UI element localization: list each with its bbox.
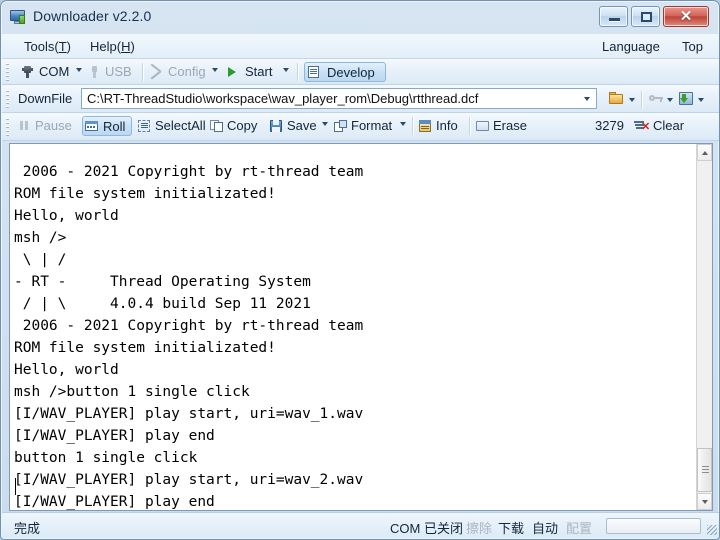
log-toolbar: Pause Roll SelectAll Copy Save Format In… — [2, 113, 719, 141]
save-button[interactable]: Save — [284, 116, 320, 136]
menu-item-tools[interactable]: Tools(T) — [20, 38, 75, 55]
scrollbar-thumb[interactable] — [697, 448, 712, 492]
format-button[interactable]: Format — [348, 116, 395, 136]
title-bar: Downloader v2.2.0 ✕ — [1, 1, 719, 34]
key-dropdown-caret[interactable] — [667, 98, 673, 102]
status-bar: 完成 COM 已关闭 擦除 下载 自动 配置 — [2, 512, 719, 538]
status-download: 下载 — [498, 521, 525, 536]
vertical-scrollbar[interactable] — [696, 144, 712, 510]
maximize-icon — [641, 12, 652, 22]
usb-icon — [90, 66, 99, 78]
downfile-path-value: C:\RT-ThreadStudio\workspace\wav_player_… — [87, 91, 479, 106]
chevron-up-icon — [702, 151, 708, 155]
status-config: 配置 — [566, 521, 593, 536]
select-all-icon — [138, 120, 151, 132]
text-caret — [15, 478, 16, 495]
key-icon[interactable] — [649, 93, 663, 104]
select-all-button[interactable]: SelectAll — [152, 116, 209, 136]
com-button[interactable]: COM — [36, 62, 72, 82]
config-tools-icon — [150, 63, 163, 80]
toolbar-gripper[interactable] — [6, 63, 9, 81]
clear-icon: ✕ — [634, 120, 650, 133]
menu-item-help[interactable]: Help(H) — [86, 38, 139, 55]
close-button[interactable]: ✕ — [663, 6, 709, 27]
log-toolbar-gripper[interactable] — [6, 118, 9, 136]
develop-document-icon — [308, 66, 319, 78]
menu-bar: Tools(T) Help(H) Language Top — [2, 34, 719, 59]
clear-button[interactable]: Clear — [650, 116, 687, 136]
progress-bar — [606, 518, 701, 534]
minimize-button[interactable] — [599, 6, 628, 27]
downfile-toolbar-gripper[interactable] — [6, 90, 9, 108]
download-arrow-icon[interactable] — [679, 92, 693, 105]
downfile-dropdown-caret[interactable] — [584, 97, 590, 101]
main-toolbar: COM USB Config Start Develop — [2, 59, 719, 85]
save-disk-icon — [270, 120, 282, 132]
copy-button[interactable]: Copy — [224, 116, 260, 136]
maximize-button[interactable] — [631, 6, 660, 27]
app-monitor-icon — [10, 10, 26, 25]
config-dropdown-caret[interactable] — [212, 68, 218, 72]
develop-label: Develop — [327, 65, 375, 80]
format-dropdown-caret[interactable] — [400, 122, 406, 126]
save-dropdown-caret[interactable] — [322, 122, 328, 126]
erase-button[interactable]: Erase — [490, 116, 530, 136]
byte-count: 3279 — [595, 118, 624, 133]
log-output-panel[interactable]: 2006 - 2021 Copyright by rt-thread team … — [9, 143, 713, 511]
com-dropdown-caret[interactable] — [76, 68, 82, 72]
status-erase: 擦除 — [466, 521, 493, 536]
download-dropdown-caret[interactable] — [698, 98, 704, 102]
com-port-icon — [22, 66, 33, 78]
status-auto: 自动 — [532, 521, 559, 536]
start-dropdown-caret[interactable] — [283, 68, 289, 72]
copy-icon — [210, 120, 223, 132]
scrollbar-thumb-grip — [702, 466, 709, 474]
info-button[interactable]: Info — [433, 116, 461, 136]
downfile-path-combobox[interactable]: C:\RT-ThreadStudio\workspace\wav_player_… — [81, 88, 597, 109]
folder-open-icon[interactable] — [609, 92, 624, 105]
downfile-label: DownFile — [18, 91, 73, 106]
erase-icon — [476, 121, 489, 131]
scroll-down-button[interactable] — [697, 493, 712, 510]
chevron-down-icon — [702, 500, 708, 504]
folder-dropdown-caret[interactable] — [629, 98, 635, 102]
application-window: Downloader v2.2.0 ✕ Tools(T) Help(H) Lan… — [0, 0, 720, 540]
menu-item-language[interactable]: Language — [598, 38, 664, 55]
format-icon — [334, 120, 347, 132]
start-button[interactable]: Start — [242, 62, 275, 82]
status-com-state: COM 已关闭 — [390, 521, 463, 536]
terminal-text: 2006 - 2021 Copyright by rt-thread team … — [14, 163, 364, 510]
status-state: 完成 — [14, 521, 41, 536]
close-icon: ✕ — [679, 8, 693, 25]
window-title: Downloader v2.2.0 — [33, 8, 152, 24]
resize-grip[interactable] — [707, 525, 717, 535]
start-play-icon — [228, 67, 236, 77]
pause-button[interactable]: Pause — [32, 116, 75, 136]
usb-button[interactable]: USB — [102, 62, 135, 82]
roll-label: Roll — [103, 119, 126, 134]
pause-icon — [20, 121, 29, 130]
menu-item-top[interactable]: Top — [678, 38, 707, 55]
roll-icon — [85, 121, 98, 131]
info-icon — [419, 120, 432, 132]
minimize-icon — [609, 18, 620, 22]
scroll-up-button[interactable] — [697, 144, 712, 161]
config-button[interactable]: Config — [165, 62, 209, 82]
